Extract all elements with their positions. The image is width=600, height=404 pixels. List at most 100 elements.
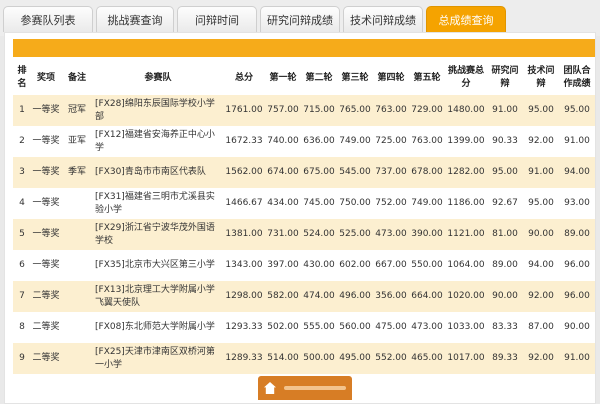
tab-research-defense-scores[interactable]: 研究问辩成绩 [260,6,340,32]
cell-round4: 752.00 [375,198,407,208]
cell-research-defense: 83.33 [492,322,518,332]
cell-team: [FX35]北京市大兴区第三小学 [95,260,215,270]
cell-award: 一等奖 [32,260,60,270]
cell-round3: 545.00 [339,167,371,177]
tab-challenge-query[interactable]: 挑战赛查询 [96,6,174,32]
col-round2: 第二轮 [305,72,333,83]
cell-note [61,343,93,374]
col-research-defense: 研究问辩 [491,66,519,89]
cell-note [61,188,93,219]
col-round1: 第一轮 [269,72,297,83]
home-icon [264,382,276,394]
cell-tech-defense: 92.00 [528,136,554,146]
cell-rank: 3 [19,167,25,177]
cell-teamwork: 91.00 [564,353,590,363]
table-row: 6 一等奖 [FX35]北京市大兴区第三小学 1343.00 397.00 43… [13,250,595,281]
cell-note [61,219,93,250]
cell-round5: 465.00 [411,353,443,363]
cell-tech-defense: 92.00 [528,353,554,363]
cell-note [61,312,93,343]
cell-round4: 763.00 [375,105,407,115]
cell-award: 二等奖 [32,353,60,363]
cell-award: 一等奖 [32,136,60,146]
cell-round1: 740.00 [267,136,299,146]
tab-total-score-query[interactable]: 总成绩查询 [426,6,506,32]
cell-team: [FX13]北京理工大学附属小学飞翼天使队 [95,284,215,308]
cell-round1: 757.00 [267,105,299,115]
cell-award: 二等奖 [32,291,60,301]
cell-tech-defense: 87.00 [528,322,554,332]
tab-defense-time[interactable]: 问辩时间 [177,6,257,32]
cell-rank: 1 [19,105,25,115]
table-row: 7 二等奖 [FX13]北京理工大学附属小学飞翼天使队 1298.00 582.… [13,281,595,312]
cell-team: [FX30]青岛市市南区代表队 [95,167,206,177]
cell-teamwork: 95.00 [564,105,590,115]
cell-teamwork: 96.00 [564,260,590,270]
tab-team-list[interactable]: 参赛队列表 [3,6,93,32]
cell-total: 1761.00 [225,105,263,115]
cell-research-defense: 81.00 [492,229,518,239]
col-team: 参赛队 [144,72,172,83]
cell-challenge-total: 1121.00 [447,229,485,239]
cell-round2: 555.00 [303,322,335,332]
cell-teamwork: 89.00 [564,229,590,239]
cell-team: [FX08]东北师范大学附属小学 [95,322,215,332]
cell-note: 亚军 [67,136,86,146]
cell-tech-defense: 95.00 [528,105,554,115]
cell-round1: 582.00 [267,291,299,301]
cell-challenge-total: 1282.00 [447,167,485,177]
cell-round2: 474.00 [303,291,335,301]
cell-round3: 750.00 [339,198,371,208]
cell-round5: 550.00 [411,260,443,270]
cell-research-defense: 89.33 [492,353,518,363]
cell-tech-defense: 94.00 [528,260,554,270]
cell-teamwork: 90.00 [564,322,590,332]
tab-tech-defense-scores[interactable]: 技术问辩成绩 [343,6,423,32]
cell-round3: 496.00 [339,291,371,301]
watermark-logo [258,376,352,400]
cell-research-defense: 89.00 [492,260,518,270]
col-award: 奖项 [36,72,55,83]
cell-team: [FX31]福建省三明市尤溪县实验小学 [95,191,215,215]
cell-award: 一等奖 [32,167,60,177]
cell-round1: 397.00 [267,260,299,270]
cell-round1: 514.00 [267,353,299,363]
cell-round4: 552.00 [375,353,407,363]
cell-team: [FX25]天津市津南区双桥河第一小学 [95,346,215,370]
cell-round3: 765.00 [339,105,371,115]
cell-team: [FX28]绵阳东辰国际学校小学部 [95,98,215,122]
cell-total: 1298.00 [225,291,263,301]
cell-award: 一等奖 [32,105,60,115]
cell-round2: 636.00 [303,136,335,146]
cell-round2: 430.00 [303,260,335,270]
cell-rank: 5 [19,229,25,239]
cell-round4: 667.00 [375,260,407,270]
cell-round5: 678.00 [411,167,443,177]
cell-round3: 560.00 [339,322,371,332]
watermark-strip [284,386,346,390]
cell-round1: 674.00 [267,167,299,177]
cell-total: 1343.00 [225,260,263,270]
col-challenge-total: 挑战赛总分 [447,66,484,89]
col-note: 备注 [67,72,86,83]
cell-note [61,281,93,312]
cell-note: 季军 [67,167,86,177]
cell-rank: 4 [19,198,25,208]
cell-rank: 2 [19,136,25,146]
cell-research-defense: 90.33 [492,136,518,146]
cell-award: 二等奖 [32,322,60,332]
cell-challenge-total: 1033.00 [447,322,485,332]
cell-round3: 749.00 [339,136,371,146]
table-header-row: 排名 奖项 备注 参赛队 总分 第一轮 第二轮 第三轮 第四轮 第五轮 挑战赛总… [13,61,595,95]
cell-total: 1381.00 [225,229,263,239]
cell-rank: 7 [19,291,25,301]
cell-round4: 473.00 [375,229,407,239]
cell-round5: 390.00 [411,229,443,239]
cell-challenge-total: 1020.00 [447,291,485,301]
col-total: 总分 [234,72,253,83]
table-row: 3 一等奖 季军 [FX30]青岛市市南区代表队 1562.00 674.00 … [13,157,595,188]
cell-round4: 475.00 [375,322,407,332]
cell-round5: 763.00 [411,136,443,146]
cell-round2: 745.00 [303,198,335,208]
col-round3: 第三轮 [341,72,369,83]
